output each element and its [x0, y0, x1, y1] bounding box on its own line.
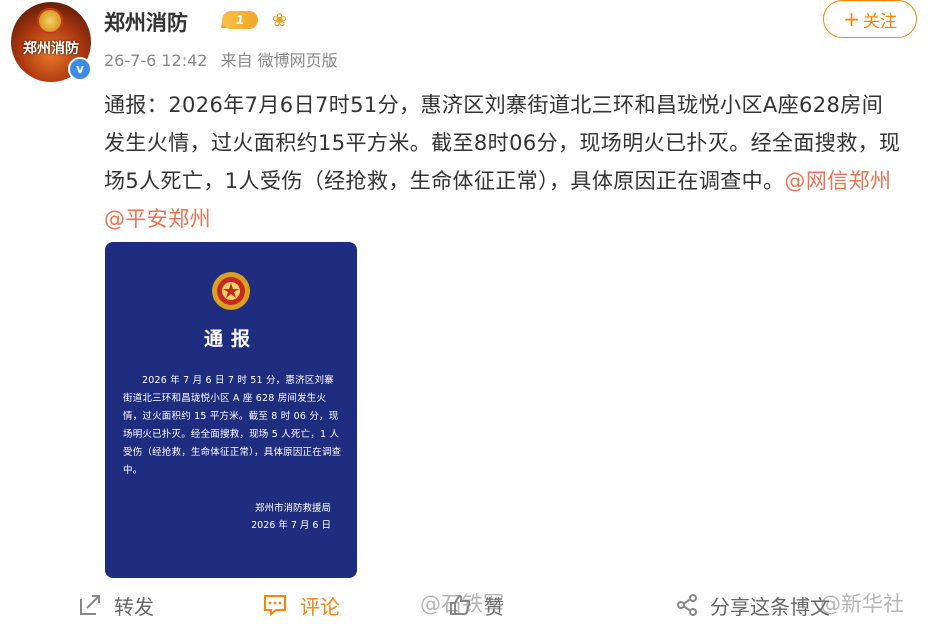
- notice-date: 2026 年 7 月 6 日: [251, 520, 331, 531]
- repost-icon: [80, 595, 100, 615]
- follow-button[interactable]: + 关注: [823, 0, 917, 38]
- flower-icon: ❀: [272, 10, 288, 31]
- user-name[interactable]: 郑州消防: [104, 7, 188, 37]
- comment-label: 评论: [300, 594, 340, 619]
- verified-badge-icon: v: [68, 57, 92, 81]
- share-label: 分享这条博文: [710, 594, 830, 619]
- watermark: @新华社: [820, 592, 904, 616]
- level-badge: 1: [222, 11, 258, 29]
- notice-body: 2026 年 7 月 6 日 7 时 51 分，惠济区刘寨街道北三环和昌珑悦小区…: [123, 375, 342, 476]
- repost-button[interactable]: 转发: [78, 586, 154, 624]
- repost-label: 转发: [114, 594, 154, 619]
- fire-emblem-icon: [37, 8, 63, 34]
- mention-link[interactable]: @网信郑州: [784, 169, 891, 193]
- plus-icon: +: [843, 7, 860, 31]
- post-text: 通报：2026年7月6日7时51分，惠济区刘寨街道北三环和昌珑悦小区A座628房…: [104, 86, 904, 238]
- post-source: 来自 微博网页版: [220, 51, 338, 70]
- follow-label: 关注: [862, 11, 897, 32]
- post-meta: 26-7-6 12:42 来自 微博网页版: [104, 47, 346, 71]
- post-body: 通报：2026年7月6日7时51分，惠济区刘寨街道北三环和昌珑悦小区A座628房…: [104, 93, 901, 193]
- notice-signature: 郑州市消防救援局 2026 年 7 月 6 日: [251, 500, 331, 534]
- post-time[interactable]: 26-7-6 12:42: [104, 51, 207, 70]
- notice-signer: 郑州市消防救援局: [254, 503, 331, 514]
- fire-rescue-emblem-icon: [212, 272, 250, 310]
- comment-button[interactable]: 评论: [262, 586, 340, 624]
- watermark: @石铁军: [420, 592, 504, 616]
- mention-link[interactable]: @平安郑州: [104, 207, 211, 231]
- notice-image[interactable]: 通报 2026 年 7 月 6 日 7 时 51 分，惠济区刘寨街道北三环和昌珑…: [105, 242, 357, 578]
- share-icon: [677, 594, 697, 616]
- avatar-text: 郑州消防: [23, 41, 79, 57]
- comment-icon: [264, 595, 286, 617]
- share-button[interactable]: 分享这条博文: [676, 586, 830, 624]
- notice-title: 通报: [203, 328, 258, 350]
